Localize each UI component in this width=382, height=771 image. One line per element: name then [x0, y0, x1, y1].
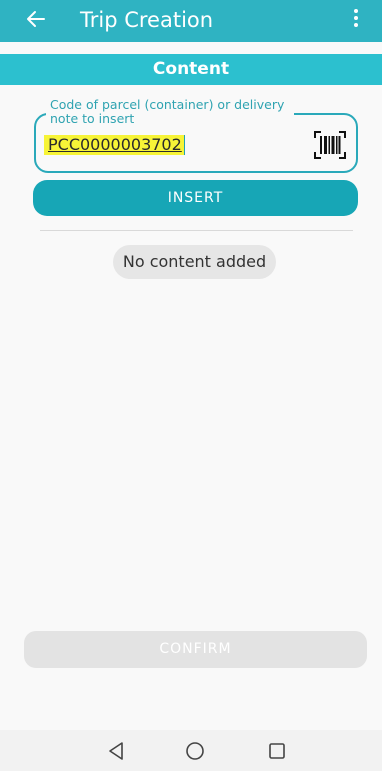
overflow-menu-button[interactable] [348, 6, 364, 36]
code-input-value[interactable]: PCC0000003702 [44, 135, 185, 155]
divider [40, 230, 353, 231]
page-title: Trip Creation [80, 8, 214, 32]
arrow-left-icon [27, 11, 45, 27]
nav-back-button[interactable] [103, 738, 129, 764]
confirm-button[interactable]: CONFIRM [24, 631, 367, 668]
app-bar: Trip Creation [0, 0, 382, 42]
scan-barcode-button[interactable] [313, 130, 347, 160]
triangle-back-icon [109, 742, 123, 760]
insert-button[interactable]: INSERT [33, 180, 358, 216]
back-button[interactable] [22, 5, 50, 33]
system-navigation-bar [0, 730, 382, 771]
circle-home-icon [186, 742, 204, 760]
square-recents-icon [269, 743, 285, 759]
barcode-scan-icon [314, 131, 346, 159]
nav-recents-button[interactable] [264, 738, 290, 764]
nav-home-button[interactable] [182, 738, 208, 764]
empty-content-message: No content added [113, 245, 276, 279]
section-title: Content [0, 54, 382, 85]
more-vertical-icon [354, 9, 358, 13]
trip-creation-screen: Trip Creation Content Code of parcel (co… [0, 0, 382, 771]
code-input-label: Code of parcel (container) or delivery n… [46, 98, 294, 126]
